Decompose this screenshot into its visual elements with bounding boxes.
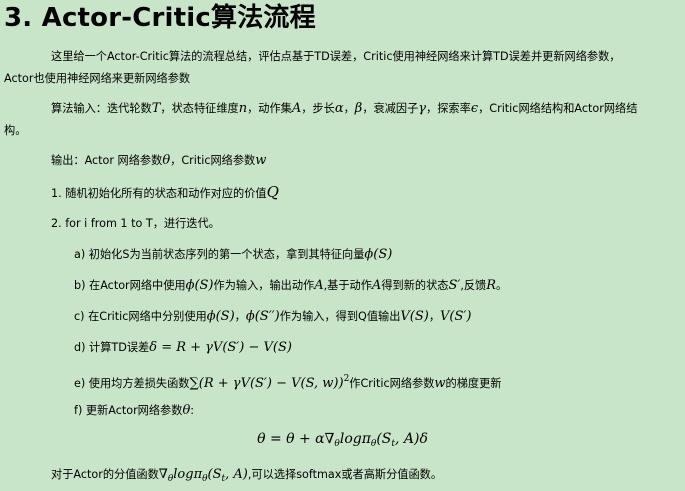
formula-mid: logπ [339,431,371,447]
step-1: 1. 随机初始化所有的状态和动作对应的价值Q [51,181,279,205]
step-c-math-1: ϕ(S) [206,309,235,324]
step-b-math-5: R [486,278,497,293]
step-a-text: a) 初始化S为当前状态序列的第一个状态，拿到其特征向量 [74,248,365,261]
algorithm-input-line-2: 构。 [4,124,27,137]
algorithm-input: 算法输入：迭代轮数T，状态特征维度n，动作集A，步长α，β，衰减因子γ，探索率ϵ… [51,98,637,120]
footer-math-1: ∇ [158,467,168,482]
step-e-text-2: 作Critic网络参数 [349,377,435,390]
step-f: f) 更新Actor网络参数θ: [74,400,194,422]
footer-text-1: 对于Actor的分值函数 [51,468,159,481]
footer-note: 对于Actor的分值函数∇θlogπθ(St, A),可以选择softmax或者… [51,464,442,490]
step-b-text-1: b) 在Actor网络中使用 [74,279,186,292]
step-c-math-4: V(S′) [440,309,472,324]
step-b-text-5: ,反馈 [460,279,487,292]
formula-lhs: θ = θ + α∇ [257,431,335,447]
output-theta: θ [162,153,171,168]
input-alpha: α [334,101,344,116]
input-n: n [238,101,248,116]
document-page: 3. Actor-Critic算法流程 这里给一个Actor-Critic算法的… [0,0,685,491]
step-1-text: 1. 随机初始化所有的状态和动作对应的价值 [51,187,267,200]
formula-arg: (S [376,431,392,447]
step-c-math-3: V(S) [400,309,429,324]
step-e-text-3: 的梯度更新 [445,377,502,390]
footer-math-3: (S [207,467,222,482]
footer-math-4: , A) [225,467,248,482]
output-prefix: 输出：Actor 网络参数 [51,154,163,167]
output-text-2: ，Critic网络参数 [170,154,256,167]
step-1-Q: Q [266,183,279,201]
step-a: a) 初始化S为当前状态序列的第一个状态，拿到其特征向量ϕ(S) [74,244,392,266]
input-text-3: ，动作集 [247,102,292,115]
section-heading: 3. Actor-Critic算法流程 [4,3,316,33]
step-a-math: ϕ(S) [364,247,393,262]
step-b-text-2: 作为输入，输出动作 [213,279,315,292]
step-c-math-2: ϕ(S′′) [245,309,280,324]
output-w: w [255,153,267,168]
step-d-text: d) 计算TD误差 [74,341,150,354]
step-c-text-1: c) 在Critic网络中分别使用 [74,310,207,323]
input-gamma: γ [418,101,427,116]
input-text-5: ，衰减因子 [362,102,419,115]
input-epsilon: ϵ [470,101,479,116]
step-b-text-6: 。 [496,279,508,292]
step-b-math-1: ϕ(S) [185,278,214,293]
step-e-text-1: e) 使用均方差损失函数 [74,377,190,390]
step-b-math-2: A [314,278,324,293]
algorithm-output: 输出：Actor 网络参数θ，Critic网络参数w [51,150,266,172]
step-2: 2. for i from 1 to T，进行迭代。 [51,217,220,230]
input-comma: ， [343,102,355,115]
step-b-text-3: ,基于动作 [323,279,372,292]
formula-end: , A)δ [395,431,428,447]
step-e-math: ∑(R + γV(S′) − V(S, w)) [189,376,344,391]
step-b-text-4: 得到新的状态 [381,279,449,292]
intro-line-2: Actor也使用神经网络来更新网络参数 [4,72,191,85]
input-prefix: 算法输入：迭代轮数 [51,102,152,115]
step-e-w: w [434,376,446,391]
step-d: d) 计算TD误差δ = R + γV(S′) − V(S) [74,337,292,359]
footer-text-2: ,可以选择softmax或者高斯分值函数。 [247,468,443,481]
step-e: e) 使用均方差损失函数∑(R + γV(S′) − V(S, w))2作Cri… [74,368,502,395]
step-c-text-3: 作为输入，得到Q值输出 [279,310,401,323]
intro-line-1: 这里给一个Actor-Critic算法的流程总结，评估点基于TD误差，Criti… [51,50,621,63]
step-b-math-3: A [371,278,382,293]
actor-update-formula: θ = θ + α∇θlogπθ(St, A)δ [0,428,685,455]
step-b-math-4: S′ [448,278,461,293]
input-A: A [291,101,302,116]
step-f-text: f) 更新Actor网络参数 [74,404,183,417]
footer-math-2: logπ [173,467,203,482]
step-c: c) 在Critic网络中分别使用ϕ(S)，ϕ(S′′)作为输入，得到Q值输出V… [74,306,471,328]
input-text-6: ，探索率 [426,102,471,115]
step-b: b) 在Actor网络中使用ϕ(S)作为输入，输出动作A,基于动作A得到新的状态… [74,275,507,297]
step-c-text-4: ， [428,310,441,323]
step-c-text-2: ， [234,310,246,323]
input-text-4: ，步长 [301,102,335,115]
input-text-7: ，Critic网络结构和Actor网络结 [478,102,638,115]
step-f-colon: : [190,404,195,417]
step-d-math: δ = R + γV(S′) − V(S) [149,340,292,355]
input-text-2: ，状态特征维度 [160,102,239,115]
